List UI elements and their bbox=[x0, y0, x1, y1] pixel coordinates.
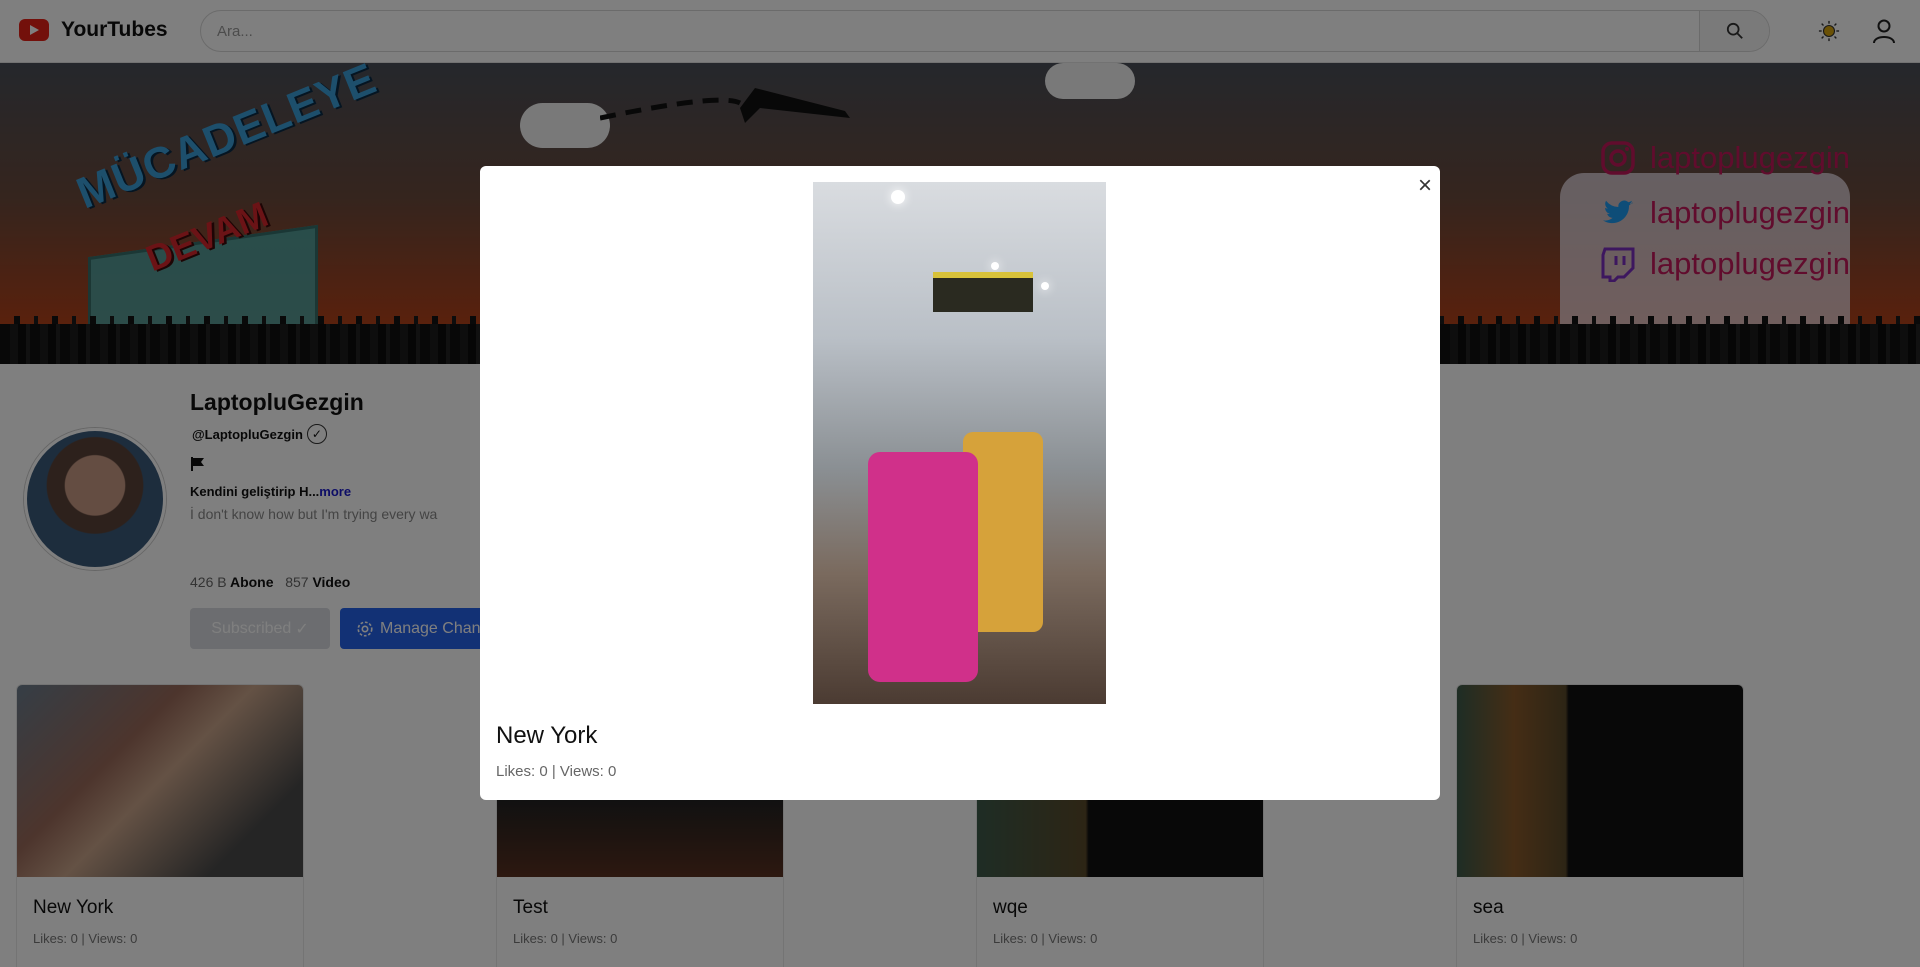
close-icon[interactable]: × bbox=[1414, 174, 1436, 198]
departure-board bbox=[933, 272, 1033, 312]
ceiling-light bbox=[891, 190, 905, 204]
modal-video-title: New York bbox=[496, 722, 598, 749]
ceiling-light bbox=[991, 262, 999, 270]
pink-suitcase bbox=[868, 452, 978, 682]
ceiling-light bbox=[1041, 282, 1049, 290]
video-player[interactable] bbox=[813, 182, 1106, 704]
modal-video-meta: Likes: 0 | Views: 0 bbox=[496, 763, 617, 780]
